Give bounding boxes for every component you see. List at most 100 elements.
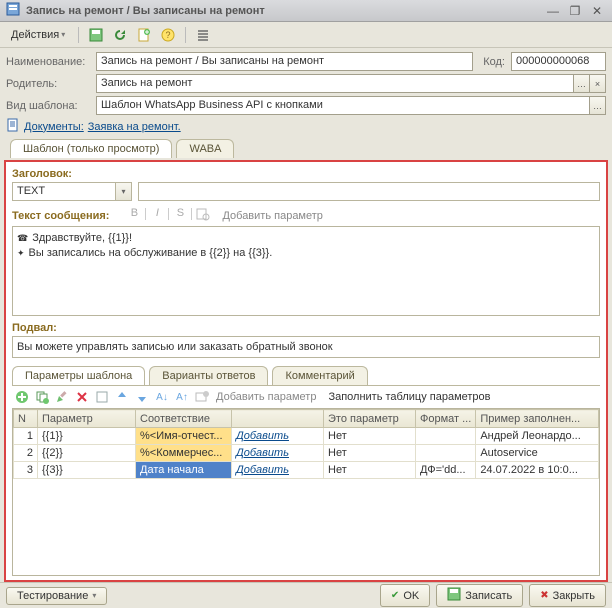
save-icon[interactable] [87,26,105,44]
header-type-select[interactable]: TEXT ▾ [12,182,132,201]
refresh-icon[interactable] [111,26,129,44]
ok-button[interactable]: ✔OK [380,584,430,607]
col-corr2[interactable] [232,410,324,428]
close-icon: ✖ [540,590,548,601]
parent-combo[interactable]: Запись на ремонт … × [96,74,606,93]
col-n[interactable]: N [14,410,38,428]
chevron-down-icon: ▾ [61,30,65,39]
tab-template-readonly[interactable]: Шаблон (только просмотр) [10,139,172,158]
italic-icon[interactable]: I [150,207,164,224]
minimize-icon[interactable]: — [544,4,562,18]
header-text-input[interactable] [138,182,600,201]
col-example[interactable]: Пример заполнен... [476,410,599,428]
cell-corr[interactable]: Дата начала [136,462,232,479]
msg-add-parameter[interactable]: Добавить параметр [222,210,322,222]
strike-icon[interactable]: S [173,207,187,224]
table-row[interactable]: 1{{1}}%<Имя-отчест...ДобавитьНетАндрей Л… [14,428,599,445]
parent-clear-btn[interactable]: × [590,74,606,93]
code-input[interactable]: 000000000068 [511,52,606,71]
move-down-icon[interactable] [134,389,150,405]
col-fmt[interactable]: Формат ... [416,410,476,428]
template-select-btn[interactable]: … [590,96,606,115]
table-row[interactable]: 2{{2}}%<Коммерчес...ДобавитьНетAutoservi… [14,445,599,462]
message-line-1: Здравствуйте, {{1}}! [32,231,132,246]
message-body[interactable]: Здравствуйте, {{1}}! Вы записались на об… [12,226,600,316]
subtab-comment[interactable]: Комментарий [272,366,367,385]
form-area: Наименование: Запись на ремонт / Вы запи… [0,48,612,160]
list-icon[interactable] [194,26,212,44]
bottom-bar: Тестирование▾ ✔OK Записать ✖Закрыть [0,582,612,608]
col-corr[interactable]: Соответствие [136,410,232,428]
copy-row-icon[interactable] [34,389,50,405]
template-label: Вид шаблона: [6,100,96,112]
cell-n: 3 [14,462,38,479]
close-icon[interactable]: ✕ [588,4,606,18]
col-isparam[interactable]: Это параметр [324,410,416,428]
sort-desc-icon[interactable]: A↑ [174,389,190,405]
code-label: Код: [483,56,505,68]
col-param[interactable]: Параметр [38,410,136,428]
parent-value: Запись на ремонт [96,74,574,93]
cell-add[interactable]: Добавить [232,428,324,445]
sort-asc-icon[interactable]: A↓ [154,389,170,405]
grid-add-parameter[interactable]: Добавить параметр [216,391,316,403]
testing-button[interactable]: Тестирование▾ [6,587,107,605]
sub-tabs: Параметры шаблона Варианты ответов Комме… [12,366,600,386]
add-row-icon[interactable] [14,389,30,405]
new-icon[interactable] [135,26,153,44]
edit-row-icon[interactable] [54,389,70,405]
titlebar: Запись на ремонт / Вы записаны на ремонт… [0,0,612,22]
subtab-params[interactable]: Параметры шаблона [12,366,145,385]
grid-fill-table[interactable]: Заполнить таблицу параметров [328,391,490,403]
name-label: Наименование: [6,56,96,68]
preview-icon[interactable] [196,207,210,224]
cell-n: 2 [14,445,38,462]
bullet-icon [17,231,28,246]
bold-icon[interactable]: B [127,207,141,224]
actions-menu[interactable]: Действия ▾ [6,26,70,44]
close-button[interactable]: ✖Закрыть [529,584,606,607]
cell-corr[interactable]: %<Имя-отчест... [136,428,232,445]
restore-icon[interactable]: ❐ [566,4,584,18]
svg-text:?: ? [166,30,171,40]
parent-select-btn[interactable]: … [574,74,590,93]
insert-param-icon[interactable] [194,389,210,405]
footer-label: Подвал: [12,322,600,334]
chevron-down-icon[interactable]: ▾ [116,182,132,201]
name-input[interactable]: Запись на ремонт / Вы записаны на ремонт [96,52,473,71]
header-type-value: TEXT [12,182,116,201]
cell-param: {{1}} [38,428,136,445]
cell-add[interactable]: Добавить [232,462,324,479]
actions-label: Действия [11,29,59,41]
footer-input[interactable]: Вы можете управлять записью или заказать… [12,336,600,358]
documents-link-text[interactable]: Заявка на ремонт. [88,121,181,133]
window-title: Запись на ремонт / Вы записаны на ремонт [26,5,265,17]
subtab-answers[interactable]: Варианты ответов [149,366,268,385]
template-combo[interactable]: Шаблон WhatsApp Business API с кнопками … [96,96,606,115]
help-icon[interactable]: ? [159,26,177,44]
cell-isparam: Нет [324,428,416,445]
cell-n: 1 [14,428,38,445]
cell-example: Autoservice [476,445,599,462]
documents-link[interactable]: Документы: Заявка на ремонт. [6,118,606,135]
main-tabs: Шаблон (только просмотр) WABA [6,139,606,158]
cell-isparam: Нет [324,445,416,462]
cell-add[interactable]: Добавить [232,445,324,462]
floppy-icon [447,587,461,604]
move-up-icon[interactable] [114,389,130,405]
delete-row-icon[interactable] [74,389,90,405]
cell-fmt [416,428,476,445]
tab-waba[interactable]: WABA [176,139,234,158]
grid-toolbar: A↓ A↑ Добавить параметр Заполнить таблиц… [12,386,600,408]
uncheck-icon[interactable] [94,389,110,405]
chevron-down-icon: ▾ [92,591,96,600]
parent-label: Родитель: [6,78,96,90]
documents-prefix: Документы: [24,121,84,133]
table-row[interactable]: 3{{3}}Дата началаДобавитьНетДФ='dd...24.… [14,462,599,479]
app-icon [6,2,20,19]
save-button[interactable]: Записать [436,584,523,607]
params-grid[interactable]: N Параметр Соответствие Это параметр Фор… [12,408,600,576]
bullet-icon [17,246,25,261]
cell-corr[interactable]: %<Коммерчес... [136,445,232,462]
template-value: Шаблон WhatsApp Business API с кнопками [96,96,590,115]
